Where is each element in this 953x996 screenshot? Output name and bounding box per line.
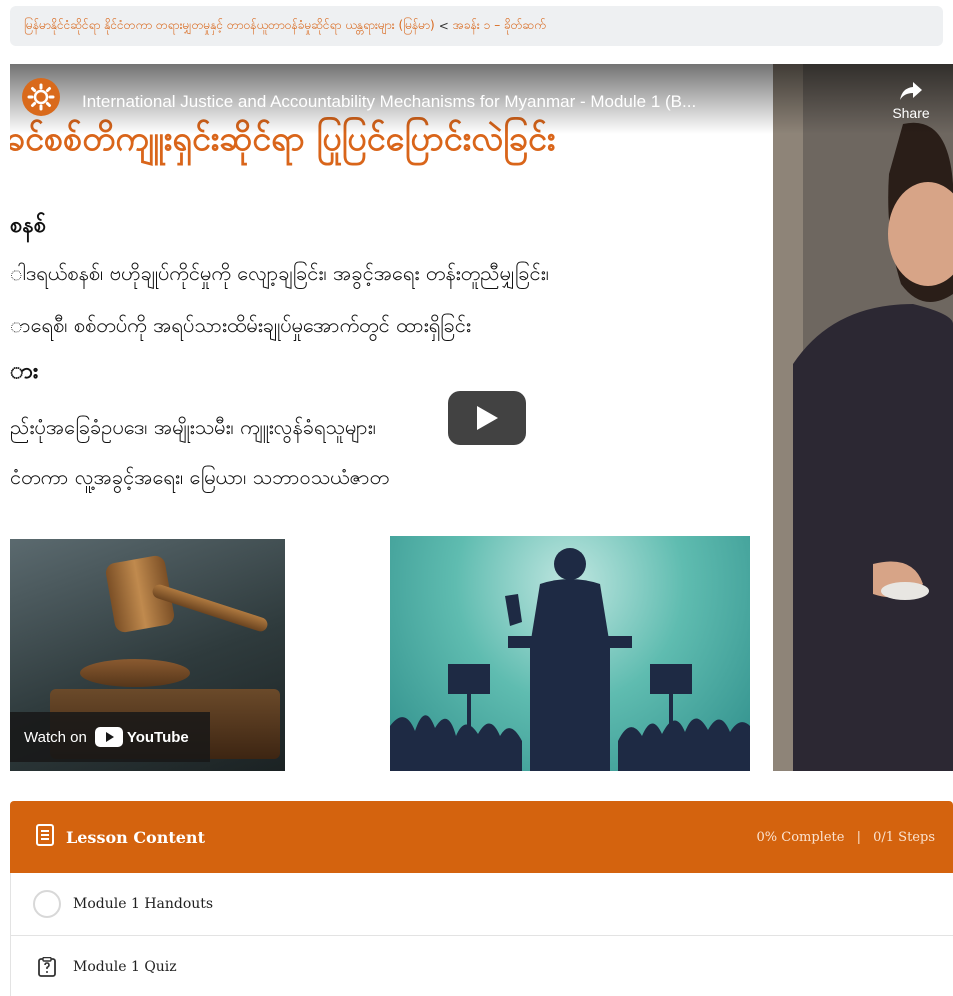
video-player[interactable]: ခင်စစ်တိကျူးရှင်းဆိုင်ရာ ပြုပြင်ပြောင်းလ… <box>10 64 953 771</box>
play-button[interactable] <box>448 391 526 445</box>
presenter-image <box>773 64 953 771</box>
channel-logo-icon[interactable] <box>22 78 60 116</box>
lesson-item-label: Module 1 Quiz <box>73 959 177 975</box>
progress-steps: 0/1 Steps <box>873 829 935 845</box>
youtube-icon <box>94 727 123 747</box>
slide-heading-system: စနစ် <box>10 212 47 238</box>
video-title[interactable]: International Justice and Accountability… <box>82 92 696 112</box>
document-icon <box>36 824 54 850</box>
share-label: Share <box>892 105 930 121</box>
watch-on-label: Watch on <box>24 728 87 746</box>
slide-line-2: ာရေစီ၊ စစ်တပ်ကို အရပ်သားထိမ်းချုပ်မှုအော… <box>10 313 471 337</box>
lesson-progress-status: 0% Complete | 0/1 Steps <box>756 829 936 845</box>
quiz-icon <box>33 957 61 977</box>
incomplete-circle-icon <box>33 890 61 918</box>
progress-percent: 0% Complete <box>756 829 845 845</box>
lesson-item-handouts[interactable]: Module 1 Handouts <box>10 873 953 936</box>
breadcrumb-separator: < <box>438 19 449 33</box>
slide-line-3: ည်းပုံအခြေခံဥပဒေ၊ အမျိုးသမီး၊ ကျူးလွန်ခံ… <box>10 415 376 439</box>
lesson-content-title: Lesson Content <box>66 827 205 847</box>
youtube-logo: YouTube <box>94 727 189 747</box>
share-button[interactable]: Share <box>886 80 936 121</box>
video-slide: ခင်စစ်တိကျူးရှင်းဆိုင်ရာ ပြုပြင်ပြောင်းလ… <box>10 64 773 771</box>
speaker-image <box>390 536 750 771</box>
watch-on-youtube-button[interactable]: Watch on YouTube <box>10 712 210 762</box>
share-icon <box>886 80 936 105</box>
slide-line-1: ါဒရယ်စနစ်၊ ဗဟိုချုပ်ကိုင်မှုကို လျော့ချခ… <box>10 261 549 285</box>
slide-heading-topics: ား <box>10 358 39 384</box>
youtube-label: YouTube <box>126 728 189 746</box>
slide-line-4: ငံတကာ လူ့အခွင့်အရေး၊ မြေယာ၊ သဘာဝသယံဇာတ <box>10 465 390 489</box>
breadcrumb-current[interactable]: အခန်း ၁ – ခိုတ်ဆက် <box>453 17 546 35</box>
lesson-item-label: Module 1 Handouts <box>73 896 214 912</box>
breadcrumb-course-link[interactable]: မြန်မာနိုင်ငံဆိုင်ရာ နိုင်ငံတကာ တရားမျှတ… <box>24 17 435 35</box>
lesson-content-header: Lesson Content 0% Complete | 0/1 Steps <box>10 801 953 873</box>
lesson-item-quiz[interactable]: Module 1 Quiz <box>10 936 953 996</box>
breadcrumb: မြန်မာနိုင်ငံဆိုင်ရာ နိုင်ငံတကာ တရားမျှတ… <box>10 6 943 46</box>
play-icon <box>477 406 498 430</box>
